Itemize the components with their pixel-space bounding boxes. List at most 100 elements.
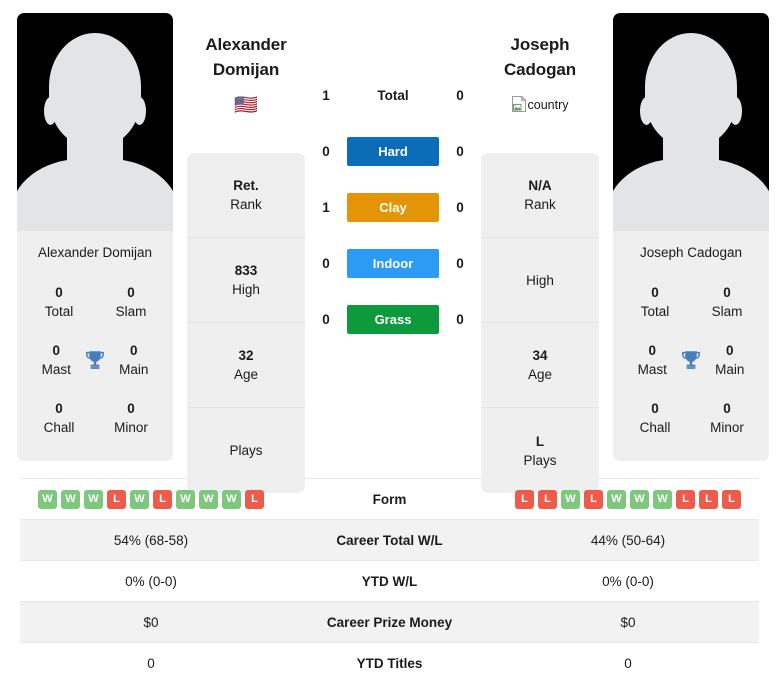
form-badge-left-2[interactable]: W: [84, 489, 103, 509]
form-badge-right-9[interactable]: L: [722, 489, 741, 509]
form-badge-right-3[interactable]: L: [584, 489, 603, 509]
stat-label-plays-left: Plays: [229, 443, 263, 459]
title-cell-total-right: 0 Total: [627, 283, 683, 321]
player-photo-right: [613, 13, 769, 231]
avatar-silhouette-head: [49, 33, 141, 147]
player-flag-wrap-left: 🇺🇸: [187, 93, 305, 117]
title-cell-main-right: 0 Main: [705, 341, 755, 379]
surface-badge-indoor[interactable]: Indoor: [347, 248, 439, 278]
form-badge-right-4[interactable]: W: [607, 489, 626, 509]
player-header-right: Joseph Cadogan country: [481, 10, 599, 117]
player-comparison-top: Alexander Domijan 0 Total 0 Slam 0 Mast: [0, 0, 779, 494]
form-badge-left-0[interactable]: W: [38, 489, 57, 509]
title-value-minor-right: 0: [723, 400, 731, 416]
row-label-ytd-titles: YTD Titles: [356, 655, 423, 671]
form-badge-left-5[interactable]: L: [153, 489, 172, 509]
surface-row-grass: 0 Grass 0: [305, 291, 481, 347]
title-label-chall-right: Chall: [639, 420, 671, 435]
form-badge-left-7[interactable]: W: [199, 489, 218, 509]
value-right-career-total-wl: 44% (50-64): [497, 519, 759, 561]
stat-label-high-right: High: [526, 272, 554, 288]
table-row-form: WWWLWLWWWL Form LLWLWWWLLL: [20, 478, 759, 520]
title-value-chall-right: 0: [651, 400, 659, 416]
surface-badge-clay[interactable]: Clay: [347, 192, 439, 222]
form-badge-left-6[interactable]: W: [176, 489, 195, 509]
form-badge-right-1[interactable]: L: [538, 489, 557, 509]
titles-row-mast-main-right: 0 Mast 0 Main: [619, 331, 763, 389]
form-badge-left-1[interactable]: W: [61, 489, 80, 509]
value-right-ytd-wl: 0% (0-0): [497, 560, 759, 602]
form-badge-left-8[interactable]: W: [222, 489, 241, 509]
title-label-total-left: Total: [44, 304, 74, 319]
value-right-career-prize-money: $0: [497, 601, 759, 643]
titles-grid-left: 0 Total 0 Slam 0 Mast 0 Main 0 Chall 0 M…: [17, 273, 173, 461]
form-badge-left-4[interactable]: W: [130, 489, 149, 509]
stat-strip-right: N/A Rank High 34 Age L Plays: [481, 153, 599, 494]
form-badge-left-9[interactable]: L: [245, 489, 264, 509]
title-cell-mast-right: 0 Mast: [627, 341, 677, 379]
title-label-chall-left: Chall: [43, 420, 75, 435]
player-last-name-left: Domijan: [212, 59, 280, 79]
title-label-mast-right: Mast: [637, 362, 667, 377]
broken-image-glyph: [511, 95, 527, 115]
stat-block-plays-left: Plays: [187, 408, 305, 493]
title-cell-slam-right: 0 Slam: [699, 283, 755, 321]
trophy-icon: [81, 345, 108, 375]
form-badge-right-2[interactable]: W: [561, 489, 580, 509]
stat-value-age-left: 32: [238, 348, 254, 364]
title-value-slam-right: 0: [723, 284, 731, 300]
title-value-mast-right: 0: [648, 342, 656, 358]
stat-value-plays-right: L: [535, 433, 545, 449]
form-badge-right-7[interactable]: L: [676, 489, 695, 509]
broken-image-alt-text: country: [527, 98, 569, 113]
stat-block-rank-right: N/A Rank: [481, 153, 599, 239]
value-right-ytd-titles: 0: [624, 655, 632, 671]
form-badge-right-0[interactable]: L: [515, 489, 534, 509]
player-card-left[interactable]: Alexander Domijan 0 Total 0 Slam 0 Mast: [17, 13, 173, 461]
title-label-mast-left: Mast: [41, 362, 71, 377]
title-cell-minor-left: 0 Minor: [103, 399, 159, 437]
title-value-mast-left: 0: [52, 342, 60, 358]
player-photo-name-right: Joseph Cadogan: [613, 231, 769, 273]
player-last-name-right: Cadogan: [503, 59, 577, 79]
form-badge-right-5[interactable]: W: [630, 489, 649, 509]
surface-score-right-hard: 0: [456, 143, 464, 159]
avatar-silhouette-body: [17, 159, 173, 231]
title-cell-mast-left: 0 Mast: [31, 341, 81, 379]
table-row-ytd-wl: 0% (0-0) YTD W/L 0% (0-0): [20, 560, 759, 602]
avatar-silhouette-ear-right: [133, 97, 146, 125]
value-left-career-total-wl: 54% (68-58): [20, 519, 282, 561]
title-label-main-right: Main: [715, 362, 745, 377]
broken-country-flag-icon: country: [511, 95, 569, 115]
row-label-ytd-wl: YTD W/L: [282, 560, 497, 602]
table-row-career-total-wl: 54% (68-58) Career Total W/L 44% (50-64): [20, 519, 759, 561]
table-row-ytd-titles: 0 YTD Titles 0: [20, 643, 759, 684]
title-value-slam-left: 0: [127, 284, 135, 300]
surface-score-right-grass: 0: [456, 311, 464, 327]
stat-label-rank-left: Rank: [230, 197, 262, 213]
form-badge-left-3[interactable]: L: [107, 489, 126, 509]
stat-label-rank-right: Rank: [524, 197, 556, 213]
stat-block-high-right: High: [481, 238, 599, 324]
titles-row-total-slam-right: 0 Total 0 Slam: [619, 273, 763, 331]
title-value-total-left: 0: [55, 284, 63, 300]
surface-score-left-indoor: 0: [322, 255, 330, 271]
title-cell-chall-left: 0 Chall: [31, 399, 87, 437]
stat-strip-left: Ret. Rank 833 High 32 Age Plays: [187, 153, 305, 494]
row-label-career-total-wl: Career Total W/L: [282, 519, 497, 561]
stat-block-age-right: 34 Age: [481, 323, 599, 409]
surface-row-clay: 1 Clay 0: [305, 179, 481, 235]
player-comparison-page: Alexander Domijan 0 Total 0 Slam 0 Mast: [0, 0, 779, 699]
form-badge-right-8[interactable]: L: [699, 489, 718, 509]
player-card-right[interactable]: Joseph Cadogan 0 Total 0 Slam 0 Mast 0 M…: [613, 13, 769, 461]
surface-badge-grass[interactable]: Grass: [347, 304, 439, 334]
stat-value-age-right: 34: [532, 348, 548, 364]
us-flag-icon: 🇺🇸: [234, 94, 258, 116]
title-label-total-right: Total: [640, 304, 670, 319]
surface-badge-hard[interactable]: Hard: [347, 136, 439, 166]
title-label-minor-right: Minor: [710, 420, 744, 435]
form-badge-right-6[interactable]: W: [653, 489, 672, 509]
stat-value-high-left: 833: [234, 263, 258, 279]
table-row-career-prize-money: $0 Career Prize Money $0: [20, 601, 759, 643]
player-first-name-left: Alexander: [205, 35, 287, 54]
